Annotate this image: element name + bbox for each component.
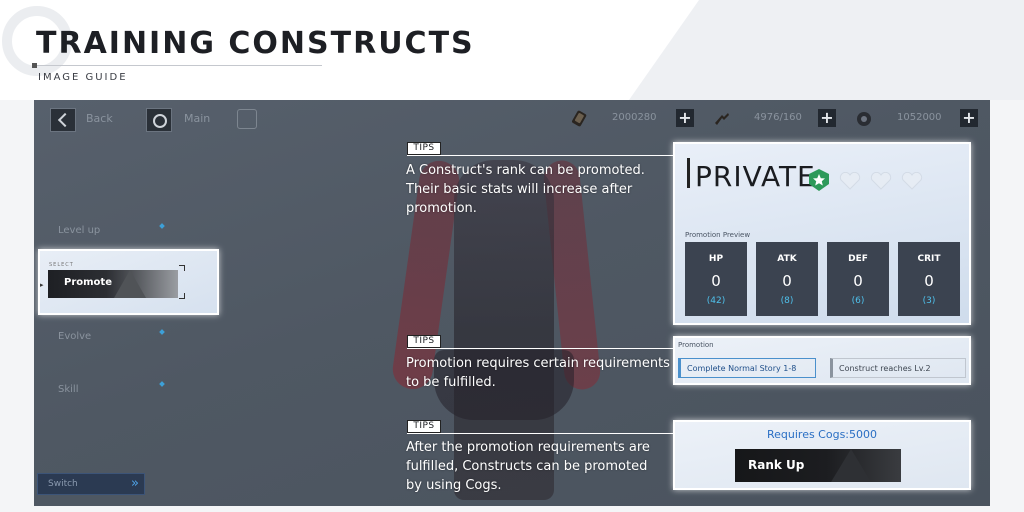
requirements-title: Promotion	[678, 341, 714, 349]
switch-label: Switch	[48, 479, 78, 489]
tip-line: Their basic stats will increase after	[406, 182, 633, 197]
rank-slot-icon	[901, 172, 923, 190]
rank-up-label: Rank Up	[748, 458, 805, 472]
rank-preview-panel: PRIVATE Promotion Preview HP 0 (42) ATK …	[673, 142, 971, 325]
stat-bonus: (8)	[780, 296, 794, 306]
requirement-tip-text: Promotion requires certain requirements …	[406, 354, 670, 392]
stamina-resource-icon	[715, 113, 729, 125]
stat-name: HP	[708, 254, 724, 264]
crystal-resource-value: 1052000	[897, 112, 942, 123]
cog-resource-icon	[572, 110, 587, 127]
promote-tab-highlight: SELECT Promote ▸	[38, 249, 219, 315]
title-divider-dot	[32, 63, 37, 68]
selection-arrow-icon: ▸	[40, 281, 44, 289]
stat-card-hp: HP 0 (42)	[685, 242, 747, 316]
stat-name: DEF	[848, 254, 868, 264]
stat-value: 0	[924, 272, 934, 290]
menu-item-skill[interactable]: Skill	[58, 384, 78, 395]
stat-value: 0	[853, 272, 863, 290]
stat-value: 0	[782, 272, 792, 290]
double-chevron-right-icon: »	[131, 476, 139, 491]
main-button[interactable]	[146, 108, 172, 132]
cog-resource-value: 2000280	[612, 112, 657, 123]
info-icon[interactable]	[237, 109, 257, 129]
rank-accent-bar	[687, 158, 690, 188]
tip-line: promotion.	[406, 201, 477, 216]
stat-bonus: (6)	[851, 296, 865, 306]
add-crystal-button[interactable]: +	[960, 109, 978, 127]
tips-underline	[407, 348, 663, 349]
rank-up-button[interactable]: Rank Up	[735, 449, 901, 482]
promote-tab-button[interactable]: Promote	[48, 270, 178, 298]
rank-star-badge-icon	[809, 169, 829, 191]
menu-item-indicator	[159, 329, 165, 335]
promote-tab-decoration	[114, 270, 146, 298]
tips-connector	[663, 433, 673, 434]
requirement-item[interactable]: Construct reaches Lv.2	[830, 358, 966, 378]
required-cogs-label: Requires Cogs:5000	[766, 428, 878, 441]
promotion-preview-label: Promotion Preview	[685, 231, 751, 239]
page-subtitle: IMAGE GUIDE	[38, 72, 128, 83]
tips-underline	[407, 155, 663, 156]
rank-title: PRIVATE	[695, 160, 816, 193]
stat-card-def: DEF 0 (6)	[827, 242, 889, 316]
cogs-tip-text: After the promotion requirements are ful…	[406, 438, 650, 495]
title-divider	[34, 65, 322, 66]
stat-name: CRIT	[917, 254, 941, 264]
menu-item-indicator	[159, 381, 165, 387]
back-button[interactable]	[50, 108, 76, 132]
rank-slot-icon	[839, 172, 861, 190]
promotion-requirements-panel: Promotion Complete Normal Story 1-8 Cons…	[673, 336, 971, 385]
tip-line: to be fulfilled.	[406, 375, 496, 390]
page-title: TRAINING CONSTRUCTS	[36, 26, 475, 61]
selection-bracket-bottom	[179, 293, 185, 299]
requirement-item[interactable]: Complete Normal Story 1-8	[678, 358, 816, 378]
menu-item-indicator	[159, 223, 165, 229]
tips-tag: TIPS	[407, 420, 441, 433]
rank-tip-text: A Construct's rank can be promoted. Thei…	[406, 161, 645, 218]
header-decoration	[628, 0, 1024, 100]
tip-line: by using Cogs.	[406, 478, 502, 493]
main-label[interactable]: Main	[184, 112, 210, 125]
tip-line: A Construct's rank can be promoted.	[406, 163, 645, 178]
promote-kicker: SELECT	[49, 262, 74, 268]
stat-name: ATK	[777, 254, 797, 264]
crystal-resource-icon	[857, 112, 871, 126]
promote-tab-label: Promote	[64, 277, 112, 288]
menu-item-level-up[interactable]: Level up	[58, 225, 100, 236]
stat-bonus: (3)	[922, 296, 936, 306]
stat-card-crit: CRIT 0 (3)	[898, 242, 960, 316]
tips-tag: TIPS	[407, 142, 441, 155]
tips-connector	[663, 348, 673, 349]
add-stamina-button[interactable]: +	[818, 109, 836, 127]
tip-line: fulfilled, Constructs can be promoted	[406, 459, 648, 474]
stamina-resource-value: 4976/160	[754, 112, 802, 123]
stat-bonus: (42)	[706, 296, 726, 306]
tip-line: After the promotion requirements are	[406, 440, 650, 455]
stat-card-atk: ATK 0 (8)	[756, 242, 818, 316]
switch-button[interactable]: Switch »	[37, 473, 145, 495]
back-label[interactable]: Back	[86, 112, 113, 125]
add-cogs-button[interactable]: +	[676, 109, 694, 127]
tips-tag: TIPS	[407, 335, 441, 348]
tips-underline	[407, 433, 663, 434]
tip-line: Promotion requires certain requirements	[406, 356, 670, 371]
selection-bracket-top	[179, 265, 185, 271]
rank-up-decoration	[831, 449, 871, 482]
guide-header: TRAINING CONSTRUCTS IMAGE GUIDE	[0, 0, 1024, 100]
rank-slot-icon	[870, 172, 892, 190]
stat-value: 0	[711, 272, 721, 290]
menu-item-evolve[interactable]: Evolve	[58, 331, 91, 342]
tips-connector	[663, 155, 673, 156]
rank-up-panel: Requires Cogs:5000 Rank Up	[673, 420, 971, 490]
